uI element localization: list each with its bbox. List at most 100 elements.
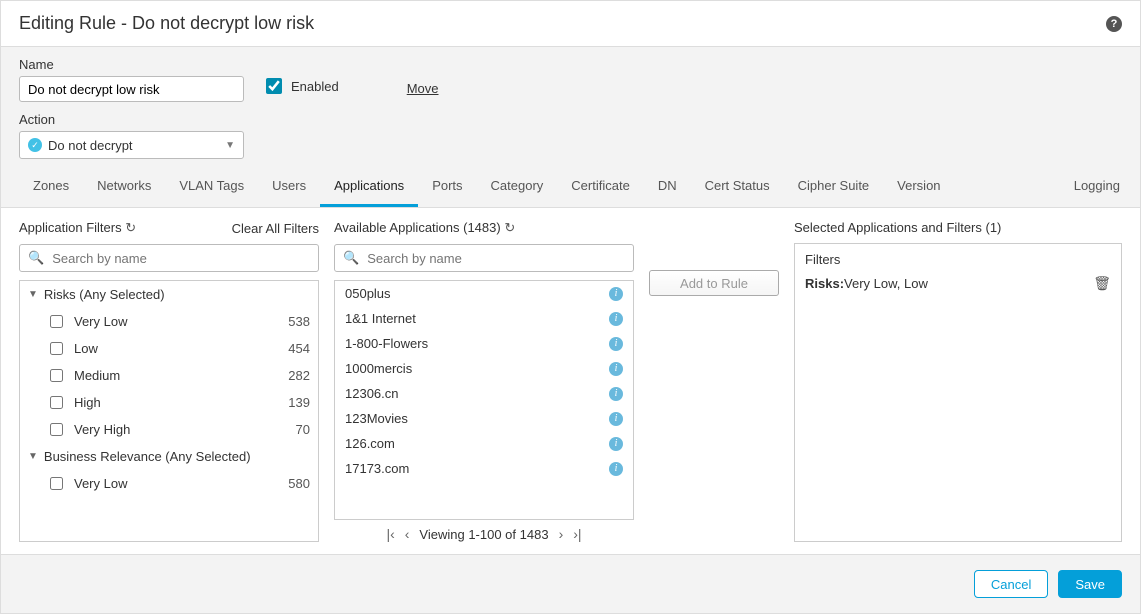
- selected-risk-value: Very Low, Low: [844, 276, 928, 291]
- app-label: 1000mercis: [345, 361, 412, 376]
- action-select[interactable]: ✓ Do not decrypt ▼: [19, 131, 244, 159]
- filter-listbox[interactable]: ▼ Risks (Any Selected) Very Low538 Low 454 Me…: [19, 280, 319, 542]
- filter-checkbox[interactable]: [50, 396, 63, 409]
- filters-header: Application Filters: [19, 220, 122, 235]
- filter-item[interactable]: Low 454: [20, 335, 318, 362]
- app-item[interactable]: 126.com i: [335, 431, 633, 456]
- filter-count: 454: [288, 341, 310, 356]
- app-label: 17173.com: [345, 461, 409, 476]
- filter-checkbox[interactable]: [50, 342, 63, 355]
- tab-cipher-suite[interactable]: Cipher Suite: [784, 167, 884, 207]
- tab-applications[interactable]: Applications: [320, 167, 418, 207]
- info-icon[interactable]: i: [609, 462, 623, 476]
- name-input[interactable]: [19, 76, 244, 102]
- filter-count: 139: [288, 395, 310, 410]
- filter-group-header[interactable]: ▼ Business Relevance (Any Selected): [20, 443, 318, 470]
- app-label: 12306.cn: [345, 386, 399, 401]
- enabled-checkbox[interactable]: [266, 78, 282, 94]
- filter-checkbox[interactable]: [50, 477, 63, 490]
- app-item[interactable]: 17173.com i: [335, 456, 633, 481]
- action-value: Do not decrypt: [48, 138, 133, 153]
- tab-networks[interactable]: Networks: [83, 167, 165, 207]
- save-button[interactable]: Save: [1058, 570, 1122, 598]
- move-link[interactable]: Move: [407, 81, 439, 96]
- app-item[interactable]: 123Moviesi: [335, 406, 633, 431]
- filter-group-label: Risks (Any Selected): [44, 287, 165, 302]
- search-icon: 🔍: [28, 250, 44, 266]
- filter-item[interactable]: Very Low538: [20, 308, 318, 335]
- filter-count: 70: [296, 422, 310, 437]
- filter-label: Very Low: [74, 476, 127, 491]
- info-icon[interactable]: i: [609, 412, 623, 426]
- filter-label: Medium: [74, 368, 120, 383]
- filter-label: High: [74, 395, 101, 410]
- available-listbox[interactable]: 050plusi1&1 Interneti1-800-Flowersi1000m…: [334, 280, 634, 520]
- enabled-label: Enabled: [291, 79, 339, 94]
- app-item[interactable]: 12306.cn i: [335, 381, 633, 406]
- filter-checkbox[interactable]: [50, 423, 63, 436]
- add-to-rule-button[interactable]: Add to Rule: [649, 270, 779, 296]
- tab-users[interactable]: Users: [258, 167, 320, 207]
- chevron-down-icon: ▼: [225, 140, 235, 151]
- expand-icon: ▼: [28, 451, 38, 462]
- tab-dn[interactable]: DN: [644, 167, 691, 207]
- filter-label: Very Low: [74, 314, 127, 329]
- tab-cert-status[interactable]: Cert Status: [691, 167, 784, 207]
- tab-ports[interactable]: Ports: [418, 167, 476, 207]
- selected-filter-row: Risks:Very Low, Low 🗑: [805, 275, 1111, 292]
- selected-filters-label: Filters: [805, 252, 1111, 267]
- filter-label: Low: [74, 341, 98, 356]
- filter-item[interactable]: Very Low580: [20, 470, 318, 497]
- filter-group-header[interactable]: ▼ Risks (Any Selected): [20, 281, 318, 308]
- tab-vlan-tags[interactable]: VLAN Tags: [165, 167, 258, 207]
- available-header: Available Applications (1483): [334, 220, 501, 235]
- filter-count: 282: [288, 368, 310, 383]
- tab-certificate[interactable]: Certificate: [557, 167, 644, 207]
- action-label: Action: [19, 112, 1122, 127]
- selected-header: Selected Applications and Filters (1): [794, 220, 1001, 235]
- search-icon: 🔍: [343, 250, 359, 266]
- app-item[interactable]: 1000mercis i: [335, 356, 633, 381]
- info-icon[interactable]: i: [609, 312, 623, 326]
- info-icon[interactable]: i: [609, 337, 623, 351]
- refresh-filters-icon[interactable]: ↻: [125, 220, 136, 235]
- filter-item[interactable]: Very High 70: [20, 416, 318, 443]
- app-item[interactable]: 1-800-Flowers i: [335, 331, 633, 356]
- help-icon[interactable]: ?: [1106, 16, 1122, 32]
- app-label: 050plus: [345, 286, 391, 301]
- info-icon[interactable]: i: [609, 437, 623, 451]
- filter-checkbox[interactable]: [50, 315, 63, 328]
- clear-all-filters-link[interactable]: Clear All Filters: [232, 221, 319, 236]
- pager-status: Viewing 1-100 of 1483: [419, 527, 548, 542]
- tab-logging[interactable]: Logging: [1060, 167, 1140, 207]
- tab-version[interactable]: Version: [883, 167, 954, 207]
- filters-search-input[interactable]: [50, 250, 310, 267]
- app-item[interactable]: 1&1 Interneti: [335, 306, 633, 331]
- cancel-button[interactable]: Cancel: [974, 570, 1048, 598]
- filter-label: Very High: [74, 422, 130, 437]
- app-label: 1-800-Flowers: [345, 336, 428, 351]
- filter-item[interactable]: Medium 282: [20, 362, 318, 389]
- refresh-available-icon[interactable]: ↻: [504, 220, 515, 235]
- filters-search[interactable]: 🔍: [19, 244, 319, 272]
- info-icon[interactable]: i: [609, 287, 623, 301]
- info-icon[interactable]: i: [609, 362, 623, 376]
- expand-icon: ▼: [28, 289, 38, 300]
- pager-prev[interactable]: ‹: [405, 526, 410, 542]
- filter-item[interactable]: High 139: [20, 389, 318, 416]
- filter-checkbox[interactable]: [50, 369, 63, 382]
- tab-zones[interactable]: Zones: [19, 167, 83, 207]
- available-search[interactable]: 🔍: [334, 244, 634, 272]
- filter-group-label: Business Relevance (Any Selected): [44, 449, 251, 464]
- pager-first[interactable]: |‹: [386, 526, 394, 542]
- app-item[interactable]: 050plus i: [335, 281, 633, 306]
- info-icon[interactable]: i: [609, 387, 623, 401]
- dialog-title: Editing Rule - Do not decrypt low risk: [19, 13, 314, 34]
- tab-category[interactable]: Category: [477, 167, 558, 207]
- app-label: 126.com: [345, 436, 395, 451]
- available-search-input[interactable]: [365, 250, 625, 267]
- pager-next[interactable]: ›: [559, 526, 564, 542]
- selected-risk-label: Risks:: [805, 276, 844, 291]
- delete-selected-filter-icon[interactable]: 🗑: [1093, 275, 1111, 292]
- pager-last[interactable]: ›|: [573, 526, 581, 542]
